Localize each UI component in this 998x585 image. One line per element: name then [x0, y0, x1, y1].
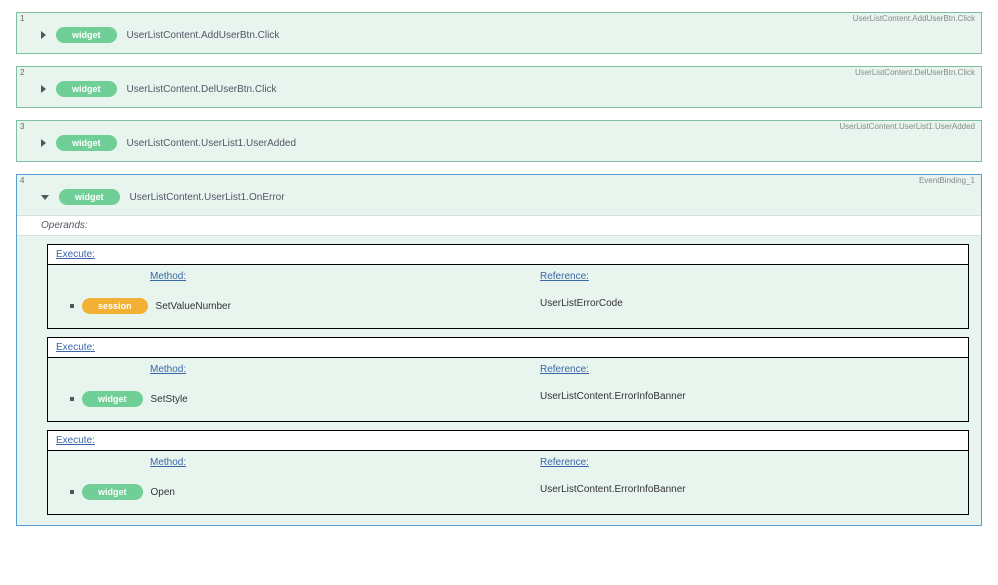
reference-value: UserListErrorCode: [540, 298, 623, 309]
row-index: 4: [20, 176, 24, 185]
binding-row[interactable]: 3 UserListContent.UserList1.UserAdded wi…: [16, 120, 982, 162]
execute-header[interactable]: Execute:: [48, 245, 968, 265]
row-index: 2: [20, 68, 24, 77]
row-text: UserListContent.UserList1.OnError: [130, 192, 285, 203]
reference-value: UserListContent.ErrorInfoBanner: [540, 484, 686, 495]
bullet-icon: [70, 490, 74, 494]
method-value: SetValueNumber: [156, 301, 231, 312]
expand-icon[interactable]: [41, 85, 46, 93]
reference-label: Reference:: [508, 457, 958, 468]
expand-icon[interactable]: [41, 31, 46, 39]
reference-label: Reference:: [508, 364, 958, 375]
widget-tag: widget: [56, 81, 117, 97]
bullet-icon: [70, 304, 74, 308]
widget-tag: widget: [82, 391, 143, 407]
binding-row[interactable]: 2 UserListContent.DelUserBtn.Click widge…: [16, 66, 982, 108]
row-text: UserListContent.DelUserBtn.Click: [127, 84, 277, 95]
reference-value: UserListContent.ErrorInfoBanner: [540, 391, 686, 402]
row-id-label: UserListContent.DelUserBtn.Click: [855, 68, 975, 77]
session-tag: session: [82, 298, 148, 314]
bullet-icon: [70, 397, 74, 401]
widget-tag: widget: [56, 135, 117, 151]
execute-header[interactable]: Execute:: [48, 338, 968, 358]
binding-row-expanded[interactable]: 4 EventBinding_1 widget UserListContent.…: [16, 174, 982, 526]
row-id-label: UserListContent.AddUserBtn.Click: [853, 14, 975, 23]
operands-label: Operands:: [17, 215, 981, 236]
method-value: Open: [151, 487, 175, 498]
row-text: UserListContent.AddUserBtn.Click: [127, 30, 280, 41]
collapse-icon[interactable]: [41, 195, 49, 200]
execute-panel: Execute: Method: widget SetStyle Referen…: [17, 329, 981, 422]
row-id-label: UserListContent.UserList1.UserAdded: [839, 122, 975, 131]
execute-panel: Execute: Method: session SetValueNumber …: [17, 236, 981, 329]
method-label: Method:: [58, 364, 508, 375]
reference-label: Reference:: [508, 271, 958, 282]
method-label: Method:: [58, 271, 508, 282]
row-index: 3: [20, 122, 24, 131]
execute-header[interactable]: Execute:: [48, 431, 968, 451]
method-label: Method:: [58, 457, 508, 468]
widget-tag: widget: [56, 27, 117, 43]
row-text: UserListContent.UserList1.UserAdded: [127, 138, 297, 149]
method-value: SetStyle: [151, 394, 188, 405]
widget-tag: widget: [82, 484, 143, 500]
widget-tag: widget: [59, 189, 120, 205]
row-index: 1: [20, 14, 24, 23]
binding-row[interactable]: 1 UserListContent.AddUserBtn.Click widge…: [16, 12, 982, 54]
expand-icon[interactable]: [41, 139, 46, 147]
row-id-label: EventBinding_1: [919, 176, 975, 185]
execute-panel: Execute: Method: widget Open Reference:: [17, 422, 981, 515]
